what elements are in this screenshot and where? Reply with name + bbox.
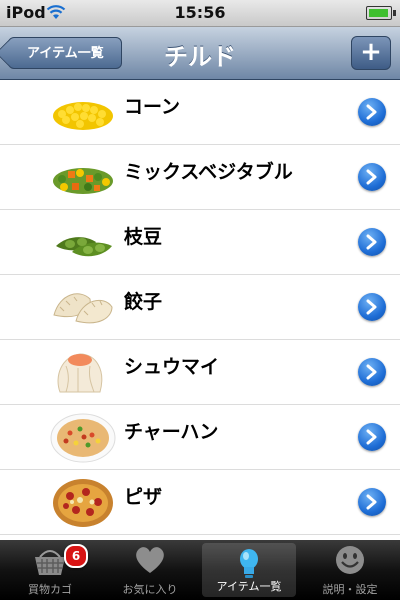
tab-bar: 6 買物カゴ お気に入り アイテム一覧 説明・設定 <box>0 540 400 600</box>
mixed-vegetables-icon <box>53 168 113 194</box>
disclosure-icon[interactable] <box>358 163 386 191</box>
tab-label: 説明・設定 <box>322 583 378 596</box>
list-item[interactable]: 枝豆 <box>0 210 400 275</box>
item-list: コーン ミックスベジタブル 枝豆 餃子 シュウマイ チャーハン ピザ <box>0 80 400 540</box>
gyoza-icon <box>53 293 113 324</box>
tab-label: アイテム一覧 <box>216 580 282 593</box>
item-label: ピザ <box>124 486 163 508</box>
list-item[interactable]: シュウマイ <box>0 340 400 405</box>
disclosure-icon[interactable] <box>358 228 386 256</box>
battery-icon <box>366 6 396 20</box>
edamame-icon <box>56 237 112 257</box>
disclosure-icon[interactable] <box>358 488 386 516</box>
basket-icon <box>35 550 65 575</box>
disclosure-icon[interactable] <box>358 358 386 386</box>
item-label: チャーハン <box>124 421 219 443</box>
page-title: チルド <box>164 43 236 71</box>
list-item[interactable]: ピザ <box>0 470 400 535</box>
item-label: コーン <box>124 96 181 118</box>
pizza-icon <box>53 479 113 527</box>
lightbulb-icon <box>240 549 258 578</box>
tab-favorites[interactable]: お気に入り <box>100 540 200 600</box>
disclosure-icon[interactable] <box>358 98 386 126</box>
corn-icon <box>53 102 113 130</box>
list-item[interactable]: 餃子 <box>0 275 400 340</box>
status-bar: iPod 15:56 <box>0 0 400 27</box>
disclosure-icon[interactable] <box>358 293 386 321</box>
item-label: 枝豆 <box>124 226 163 248</box>
list-item[interactable]: コーン <box>0 80 400 145</box>
tab-label: お気に入り <box>122 583 178 596</box>
status-time: 15:56 <box>174 3 226 22</box>
shumai-icon <box>57 353 103 393</box>
tab-item-list[interactable]: アイテム一覧 <box>202 543 296 597</box>
item-label: シュウマイ <box>124 356 220 378</box>
disclosure-icon[interactable] <box>358 423 386 451</box>
list-item[interactable]: チャーハン <box>0 405 400 470</box>
smiley-icon <box>336 546 364 574</box>
add-button[interactable]: + <box>351 36 391 70</box>
item-label: ミックスベジタブル <box>124 161 293 183</box>
fried-rice-icon <box>50 413 116 463</box>
tab-shopping-basket[interactable]: 6 買物カゴ <box>0 540 100 600</box>
tab-help-settings[interactable]: 説明・設定 <box>300 540 400 600</box>
cart-count-badge: 6 <box>64 544 88 568</box>
navigation-bar: アイテム一覧 チルド + <box>0 27 400 80</box>
heart-icon <box>136 547 164 573</box>
tab-label: 買物カゴ <box>28 583 72 596</box>
list-item[interactable]: ミックスベジタブル <box>0 145 400 210</box>
item-label: 餃子 <box>124 291 163 313</box>
